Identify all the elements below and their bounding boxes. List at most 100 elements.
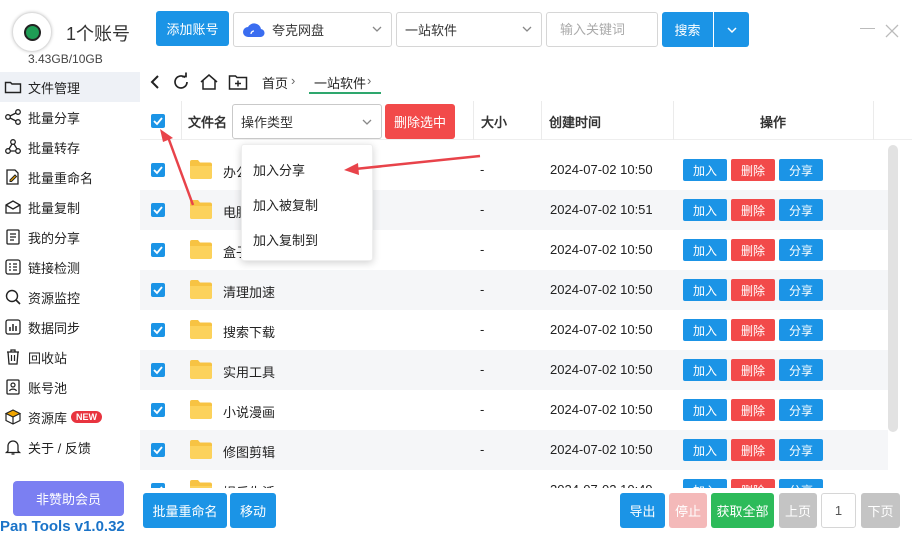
next-page-button[interactable]: 下页 — [861, 493, 900, 528]
fetch-all-button[interactable]: 获取全部 — [711, 493, 774, 528]
row-share-button[interactable]: 分享 — [779, 239, 823, 261]
new-folder-icon[interactable] — [228, 72, 248, 92]
row-checkbox[interactable] — [151, 483, 165, 488]
row-share-button[interactable]: 分享 — [779, 199, 823, 221]
row-share-button[interactable]: 分享 — [779, 479, 823, 488]
search-button[interactable]: 搜索 — [662, 12, 713, 47]
select-all-checkbox[interactable] — [151, 114, 165, 128]
batch-rename-button[interactable]: 批量重命名 — [143, 493, 227, 528]
sidebar-item-batch-rename[interactable]: 批量重命名 — [0, 162, 140, 192]
row-add-button[interactable]: 加入 — [683, 359, 727, 381]
row-delete-button[interactable]: 删除 — [731, 399, 775, 421]
page-number-input[interactable] — [821, 493, 856, 528]
row-add-button[interactable]: 加入 — [683, 439, 727, 461]
back-icon[interactable] — [146, 72, 166, 92]
file-created-time: 2024-07-02 10:50 — [550, 402, 653, 417]
keyword-input[interactable] — [546, 12, 658, 47]
sidebar-item-about-feedback[interactable]: 关于 / 反馈 — [0, 432, 140, 462]
operation-type-select[interactable]: 操作类型 — [232, 104, 382, 139]
row-delete-button[interactable]: 删除 — [731, 479, 775, 488]
move-button[interactable]: 移动 — [230, 493, 276, 528]
window-close-icon[interactable] — [884, 23, 900, 39]
row-delete-button[interactable]: 删除 — [731, 239, 775, 261]
delete-selected-button[interactable]: 删除选中 — [385, 104, 455, 139]
row-add-button[interactable]: 加入 — [683, 479, 727, 488]
row-checkbox[interactable] — [151, 443, 165, 457]
sidebar-item-file-manage[interactable]: 文件管理 — [0, 72, 140, 102]
row-checkbox[interactable] — [151, 323, 165, 337]
breadcrumb-active-underline — [309, 92, 381, 94]
export-button[interactable]: 导出 — [620, 493, 665, 528]
option-add-copied[interactable]: 加入被复制 — [253, 195, 318, 214]
table-row[interactable]: 清理加速 - 2024-07-02 10:50 加入 删除 分享 — [140, 270, 888, 310]
row-delete-button[interactable]: 删除 — [731, 159, 775, 181]
row-add-button[interactable]: 加入 — [683, 239, 727, 261]
row-checkbox[interactable] — [151, 283, 165, 297]
add-account-button[interactable]: 添加账号 — [156, 11, 229, 46]
row-share-button[interactable]: 分享 — [779, 319, 823, 341]
file-name[interactable]: 小说漫画 — [223, 402, 275, 421]
search-options-button[interactable] — [714, 12, 749, 47]
table-row[interactable]: 娱乐生活 - 2024-07-02 10:49 加入删除分享 — [140, 470, 888, 488]
sidebar-item-resource-library[interactable]: 资源库 NEW — [0, 402, 140, 432]
file-name[interactable]: 搜索下载 — [223, 322, 275, 341]
table-row[interactable]: 小说漫画 - 2024-07-02 10:50 加入 删除 分享 — [140, 390, 888, 430]
breadcrumb-home[interactable]: 首页 — [262, 73, 288, 92]
row-share-button[interactable]: 分享 — [779, 359, 823, 381]
file-name[interactable]: 清理加速 — [223, 282, 275, 301]
sidebar-item-resource-monitor[interactable]: 资源监控 — [0, 282, 140, 312]
row-add-button[interactable]: 加入 — [683, 159, 727, 181]
column-header-size[interactable]: 大小 — [481, 112, 507, 131]
row-share-button[interactable]: 分享 — [779, 159, 823, 181]
table-scrollbar[interactable] — [888, 145, 898, 432]
row-checkbox[interactable] — [151, 243, 165, 257]
drive-select[interactable]: 夸克网盘 — [233, 12, 392, 47]
table-row[interactable]: 搜索下载 - 2024-07-02 10:50 加入 删除 分享 — [140, 310, 888, 350]
category-select[interactable]: 一站软件 — [396, 12, 542, 47]
sidebar-item-my-share[interactable]: 我的分享 — [0, 222, 140, 252]
sidebar-item-data-sync[interactable]: 数据同步 — [0, 312, 140, 342]
account-avatar[interactable] — [12, 12, 52, 52]
row-add-button[interactable]: 加入 — [683, 279, 727, 301]
option-add-share[interactable]: 加入分享 — [253, 160, 305, 179]
row-add-button[interactable]: 加入 — [683, 399, 727, 421]
file-name[interactable]: 修图剪辑 — [223, 442, 275, 461]
sidebar-item-batch-transfer[interactable]: 批量转存 — [0, 132, 140, 162]
row-delete-button[interactable]: 删除 — [731, 439, 775, 461]
option-add-copy-to[interactable]: 加入复制到 — [253, 230, 318, 249]
file-name[interactable]: 实用工具 — [223, 362, 275, 381]
breadcrumb-current[interactable]: 一站软件 — [314, 73, 366, 92]
file-created-time: 2024-07-02 10:50 — [550, 282, 653, 297]
file-size: - — [480, 322, 485, 337]
row-delete-button[interactable]: 删除 — [731, 319, 775, 341]
vip-member-button[interactable]: 非赞助会员 — [13, 481, 124, 516]
home-icon[interactable] — [199, 72, 219, 92]
file-name[interactable]: 娱乐生活 — [223, 482, 275, 488]
prev-page-button[interactable]: 上页 — [779, 493, 817, 528]
row-share-button[interactable]: 分享 — [779, 399, 823, 421]
row-checkbox[interactable] — [151, 403, 165, 417]
row-delete-button[interactable]: 删除 — [731, 359, 775, 381]
sidebar-item-link-check[interactable]: 链接检测 — [0, 252, 140, 282]
row-checkbox[interactable] — [151, 163, 165, 177]
row-share-button[interactable]: 分享 — [779, 439, 823, 461]
row-delete-button[interactable]: 删除 — [731, 279, 775, 301]
column-header-name[interactable]: 文件名 — [188, 112, 227, 131]
row-add-button[interactable]: 加入 — [683, 199, 727, 221]
sidebar-item-account-pool[interactable]: 账号池 — [0, 372, 140, 402]
row-share-button[interactable]: 分享 — [779, 279, 823, 301]
sidebar-item-recycle-bin[interactable]: 回收站 — [0, 342, 140, 372]
refresh-icon[interactable] — [171, 72, 191, 92]
stop-button[interactable]: 停止 — [669, 493, 707, 528]
table-row[interactable]: 修图剪辑 - 2024-07-02 10:50 加入 删除 分享 — [140, 430, 888, 470]
row-add-button[interactable]: 加入 — [683, 319, 727, 341]
row-checkbox[interactable] — [151, 363, 165, 377]
file-size: - — [480, 362, 485, 377]
row-checkbox[interactable] — [151, 203, 165, 217]
sidebar-item-batch-share[interactable]: 批量分享 — [0, 102, 140, 132]
sidebar-item-batch-copy[interactable]: 批量复制 — [0, 192, 140, 222]
column-header-created[interactable]: 创建时间 — [549, 112, 601, 131]
row-delete-button[interactable]: 删除 — [731, 199, 775, 221]
window-minimize-button[interactable] — [860, 28, 875, 29]
table-row[interactable]: 实用工具 - 2024-07-02 10:50 加入 删除 分享 — [140, 350, 888, 390]
